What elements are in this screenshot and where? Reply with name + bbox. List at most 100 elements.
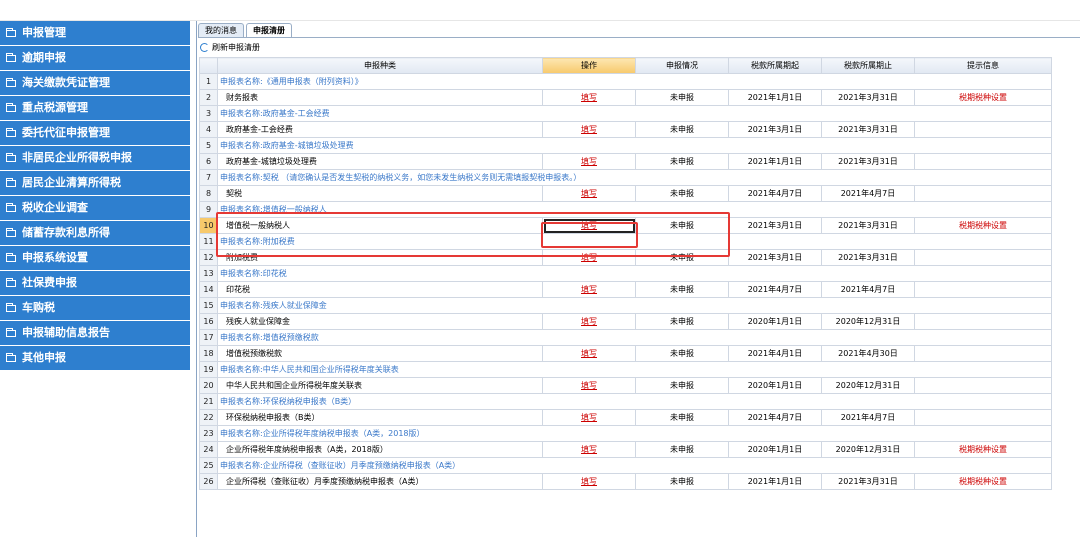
fill-link[interactable]: 填写 [581, 189, 597, 198]
tax-type-cell: 政府基金-工会经费 [217, 121, 543, 138]
tax-period-setting-link[interactable]: 税期税种设置 [959, 477, 1007, 486]
fill-link[interactable]: 填写 [581, 93, 597, 102]
fill-link[interactable]: 填写 [581, 413, 597, 422]
fill-link[interactable]: 填写 [581, 125, 597, 134]
action-cell: 填写 [542, 441, 636, 458]
status-cell: 未申报 [635, 377, 729, 394]
sidebar-item[interactable]: 社保费申报 [0, 271, 190, 296]
sidebar-item[interactable]: 逾期申报 [0, 46, 190, 71]
period-end-cell: 2021年3月31日 [821, 473, 915, 490]
row-number: 22 [199, 409, 218, 426]
form-name-header: 申报表名称:增值税预缴税款 [217, 329, 1052, 346]
col-header-end[interactable]: 税款所属期止 [821, 57, 915, 74]
col-header-tip[interactable]: 提示信息 [914, 57, 1052, 74]
table-row[interactable]: 22 环保税纳税申报表（B类） 填写 未申报 2021年4月7日 2021年4月7日 [199, 409, 1052, 426]
tab-my-messages[interactable]: 我的消息 [198, 23, 244, 37]
table-row[interactable]: 16 残疾人就业保障金 填写 未申报 2020年1月1日 2020年12月31日 [199, 313, 1052, 330]
sidebar-item[interactable]: 委托代征申报管理 [0, 121, 190, 146]
period-end-cell: 2021年3月31日 [821, 89, 915, 106]
tax-type-cell: 企业所得税（查账征收）月季度预缴纳税申报表（A类） [217, 473, 543, 490]
fill-link[interactable]: 填写 [581, 221, 597, 230]
table-row[interactable]: 3 申报表名称:政府基金-工会经费 [199, 105, 1052, 122]
folder-icon [6, 352, 16, 362]
row-number: 23 [199, 425, 218, 442]
col-header-type[interactable]: 申报种类 [217, 57, 543, 74]
table-row[interactable]: 15 申报表名称:残疾人就业保障金 [199, 297, 1052, 314]
folder-icon [6, 52, 16, 62]
fill-link[interactable]: 填写 [581, 349, 597, 358]
table-row[interactable]: 18 增值税预缴税款 填写 未申报 2021年4月1日 2021年4月30日 [199, 345, 1052, 362]
table-row[interactable]: 1 申报表名称:《通用申报表（附列资料）》 [199, 73, 1052, 90]
form-name-header: 申报表名称:附加税费 [217, 233, 1052, 250]
table-row[interactable]: 11 申报表名称:附加税费 [199, 233, 1052, 250]
table-row[interactable]: 7 申报表名称:契税 （请您确认是否发生契税的纳税义务，如您未发生纳税义务则无需填… [199, 169, 1052, 186]
table-row[interactable]: 26 企业所得税（查账征收）月季度预缴纳税申报表（A类） 填写 未申报 2021年1月1… [199, 473, 1052, 490]
period-start-cell: 2021年1月1日 [728, 153, 822, 170]
table-row[interactable]: 4 政府基金-工会经费 填写 未申报 2021年3月1日 2021年3月31日 [199, 121, 1052, 138]
fill-link[interactable]: 填写 [581, 317, 597, 326]
table-row[interactable]: 24 企业所得税年度纳税申报表（A类，2018版） 填写 未申报 2020年1月1日 20… [199, 441, 1052, 458]
period-end-cell: 2021年4月7日 [821, 409, 915, 426]
col-header-action[interactable]: 操作 [542, 57, 636, 74]
row-number: 25 [199, 457, 218, 474]
row-number: 11 [199, 233, 218, 250]
sidebar-item[interactable]: 居民企业清算所得税 [0, 171, 190, 196]
table-row[interactable]: 21 申报表名称:环保税纳税申报表（B类） [199, 393, 1052, 410]
tip-cell [914, 281, 1052, 298]
fill-link[interactable]: 填写 [581, 253, 597, 262]
tip-cell: 税期税种设置 [914, 441, 1052, 458]
sidebar-item[interactable]: 其他申报 [0, 346, 190, 371]
tax-period-setting-link[interactable]: 税期税种设置 [959, 445, 1007, 454]
table-row[interactable]: 10 增值税一般纳税人 填写 未申报 2021年3月1日 2021年3月31日 税期税种设置 [199, 217, 1052, 234]
table-row[interactable]: 12 附加税费 填写 未申报 2021年3月1日 2021年3月31日 [199, 249, 1052, 266]
table-row[interactable]: 14 印花税 填写 未申报 2021年4月7日 2021年4月7日 [199, 281, 1052, 298]
row-number: 17 [199, 329, 218, 346]
sidebar-item[interactable]: 重点税源管理 [0, 96, 190, 121]
table-row[interactable]: 19 申报表名称:中华人民共和国企业所得税年度关联表 [199, 361, 1052, 378]
fill-link[interactable]: 填写 [581, 381, 597, 390]
sidebar-item[interactable]: 税收企业调查 [0, 196, 190, 221]
sidebar-item-label: 海关缴款凭证管理 [22, 76, 110, 89]
sidebar-item[interactable]: 海关缴款凭证管理 [0, 71, 190, 96]
tab-declaration-list[interactable]: 申报清册 [246, 23, 292, 37]
col-header-status[interactable]: 申报情况 [635, 57, 729, 74]
sidebar-item[interactable]: 申报系统设置 [0, 246, 190, 271]
row-number: 10 [199, 217, 218, 234]
sidebar-item[interactable]: 非居民企业所得税申报 [0, 146, 190, 171]
table-row[interactable]: 25 申报表名称:企业所得税（查账征收）月季度预缴纳税申报表（A类） [199, 457, 1052, 474]
sidebar-item[interactable]: 储蓄存款利息所得 [0, 221, 190, 246]
table-row[interactable]: 13 申报表名称:印花税 [199, 265, 1052, 282]
folder-icon [6, 177, 16, 187]
sidebar-item[interactable]: 申报管理 [0, 21, 190, 46]
col-header-start[interactable]: 税款所属期起 [728, 57, 822, 74]
action-cell: 填写 [542, 121, 636, 138]
table-row[interactable]: 9 申报表名称:增值税一般纳税人 [199, 201, 1052, 218]
table-row[interactable]: 20 中华人民共和国企业所得税年度关联表 填写 未申报 2020年1月1日 2020年12… [199, 377, 1052, 394]
sidebar-item[interactable]: 申报辅助信息报告 [0, 321, 190, 346]
table-row[interactable]: 6 政府基金-城镇垃圾处理费 填写 未申报 2021年1月1日 2021年3月31日 [199, 153, 1052, 170]
folder-icon [6, 152, 16, 162]
sidebar-item-label: 申报系统设置 [22, 251, 88, 264]
period-start-cell: 2020年1月1日 [728, 377, 822, 394]
action-cell: 填写 [542, 89, 636, 106]
table-row[interactable]: 8 契税 填写 未申报 2021年4月7日 2021年4月7日 [199, 185, 1052, 202]
table-row[interactable]: 5 申报表名称:政府基金-城镇垃圾处理费 [199, 137, 1052, 154]
row-number: 14 [199, 281, 218, 298]
fill-link[interactable]: 填写 [581, 445, 597, 454]
refresh-button[interactable]: 刷新申报清册 [200, 40, 260, 54]
tax-period-setting-link[interactable]: 税期税种设置 [959, 221, 1007, 230]
sidebar-item-label: 申报辅助信息报告 [22, 326, 110, 339]
fill-link[interactable]: 填写 [581, 477, 597, 486]
table-row[interactable]: 17 申报表名称:增值税预缴税款 [199, 329, 1052, 346]
folder-icon [6, 102, 16, 112]
fill-link[interactable]: 填写 [581, 157, 597, 166]
tip-cell [914, 345, 1052, 362]
refresh-label: 刷新申报清册 [212, 42, 260, 52]
table-row[interactable]: 2 财务报表 填写 未申报 2021年1月1日 2021年3月31日 税期税种设置 [199, 89, 1052, 106]
fill-link[interactable]: 填写 [581, 285, 597, 294]
row-number: 7 [199, 169, 218, 186]
sidebar-item[interactable]: 车购税 [0, 296, 190, 321]
table-row[interactable]: 23 申报表名称:企业所得税年度纳税申报表（A类，2018版） [199, 425, 1052, 442]
period-start-cell: 2021年4月7日 [728, 185, 822, 202]
tax-period-setting-link[interactable]: 税期税种设置 [959, 93, 1007, 102]
